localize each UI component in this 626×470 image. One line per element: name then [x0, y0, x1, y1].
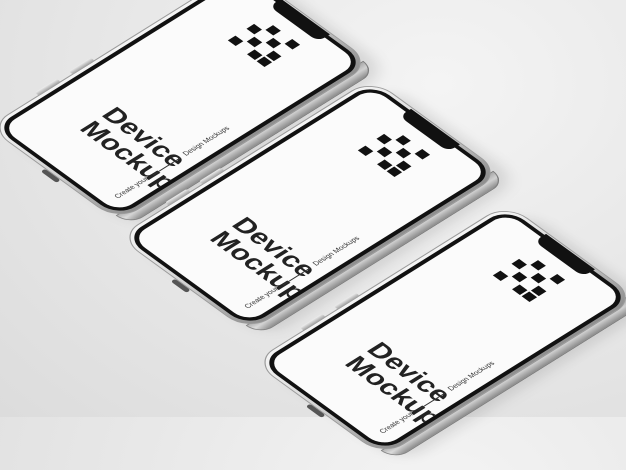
pixel-logo-icon	[227, 18, 301, 67]
pixel-logo-icon	[492, 253, 566, 302]
pixel-logo-icon	[357, 128, 431, 177]
